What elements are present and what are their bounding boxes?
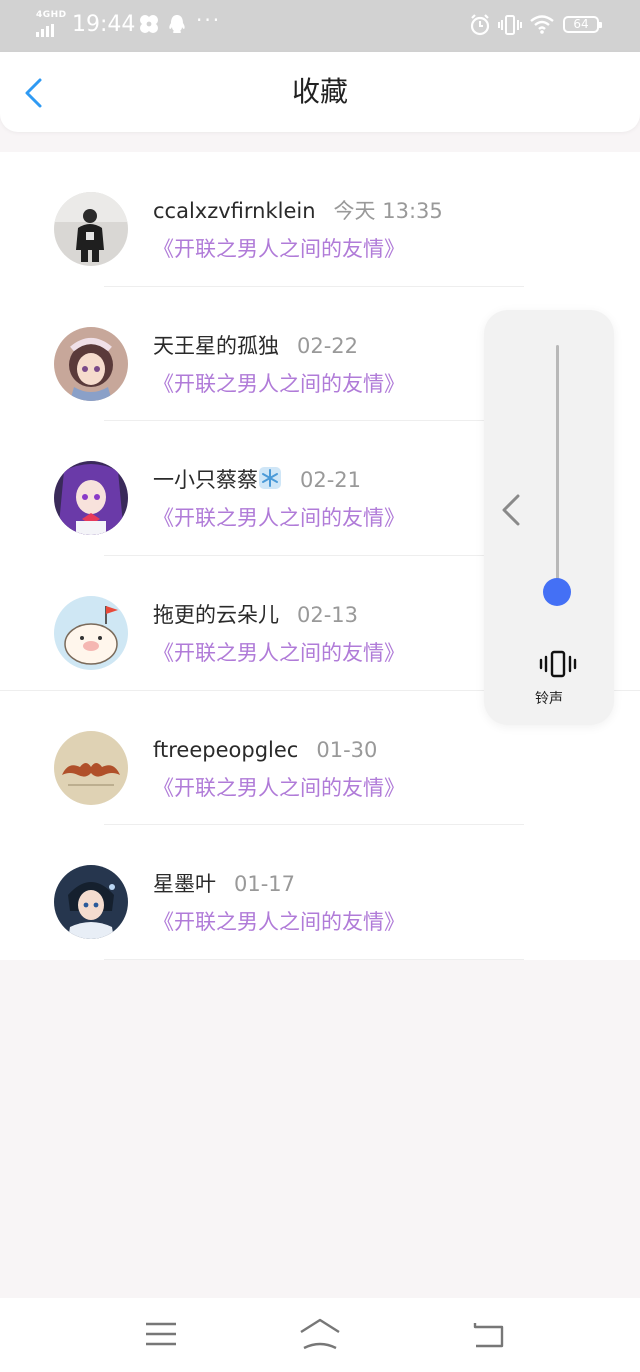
alarm-icon	[470, 14, 490, 36]
pinwheel-icon	[140, 15, 158, 33]
back-icon[interactable]	[466, 1314, 510, 1354]
volume-mode-label: 铃声	[535, 691, 563, 707]
username: ccalxzvfirnklein	[153, 199, 316, 223]
article-title: 《开联之男人之间的友情》	[153, 640, 405, 665]
avatar	[54, 595, 128, 670]
chevron-left-icon[interactable]	[492, 490, 532, 530]
avatar	[54, 865, 128, 940]
status-time: 19:44	[72, 12, 136, 37]
battery-icon: 64	[563, 16, 602, 33]
vibrate-icon	[498, 15, 522, 35]
favorite-date: 02-13	[297, 602, 359, 627]
page-title: 收藏	[291, 75, 348, 108]
vibrate-icon[interactable]	[539, 650, 577, 678]
article-title: 《开联之男人之间的友情》	[153, 775, 405, 800]
volume-panel: 铃声	[484, 310, 614, 725]
qq-icon	[169, 15, 185, 33]
app-header: 收藏	[0, 52, 640, 132]
article-title: 《开联之男人之间的友情》	[153, 506, 405, 531]
favorite-date: 02-21	[300, 468, 362, 493]
avatar	[54, 326, 128, 401]
system-nav-bar	[0, 1298, 640, 1372]
signal-icon: 4GHD	[36, 10, 66, 38]
wifi-icon	[530, 15, 554, 34]
volume-slider[interactable]	[543, 345, 571, 606]
favorite-date: 01-30	[316, 737, 378, 762]
more-notifications-icon: ···	[196, 8, 222, 32]
list-item[interactable]: 星墨叶 01-17 《开联之男人之间的友情》	[0, 825, 640, 960]
avatar	[54, 730, 128, 805]
article-title: 《开联之男人之间的友情》	[153, 371, 405, 396]
snowflake-icon	[259, 467, 281, 490]
favorite-date: 02-22	[297, 333, 359, 358]
home-icon[interactable]	[298, 1314, 342, 1354]
username: 一小只蔡蔡	[153, 468, 258, 493]
status-bar: 4GHD 19:44 ··· 64	[0, 0, 640, 52]
avatar	[54, 192, 128, 266]
favorite-date: 今天 13:35	[333, 199, 443, 223]
volume-knob[interactable]	[543, 578, 571, 606]
username: 星墨叶	[153, 872, 216, 897]
list-item[interactable]: ccalxzvfirnklein 今天 13:35 《开联之男人之间的友情》	[0, 152, 640, 287]
username: 天王星的孤独	[153, 333, 279, 358]
article-title: 《开联之男人之间的友情》	[153, 237, 405, 261]
network-type: 4GHD	[36, 10, 67, 20]
article-title: 《开联之男人之间的友情》	[153, 910, 405, 935]
avatar	[54, 461, 128, 536]
favorite-date: 01-17	[234, 872, 296, 897]
menu-icon[interactable]	[139, 1314, 183, 1354]
divider	[104, 958, 524, 960]
username: 拖更的云朵儿	[153, 602, 279, 627]
username: ftreepeopglec	[153, 737, 299, 762]
